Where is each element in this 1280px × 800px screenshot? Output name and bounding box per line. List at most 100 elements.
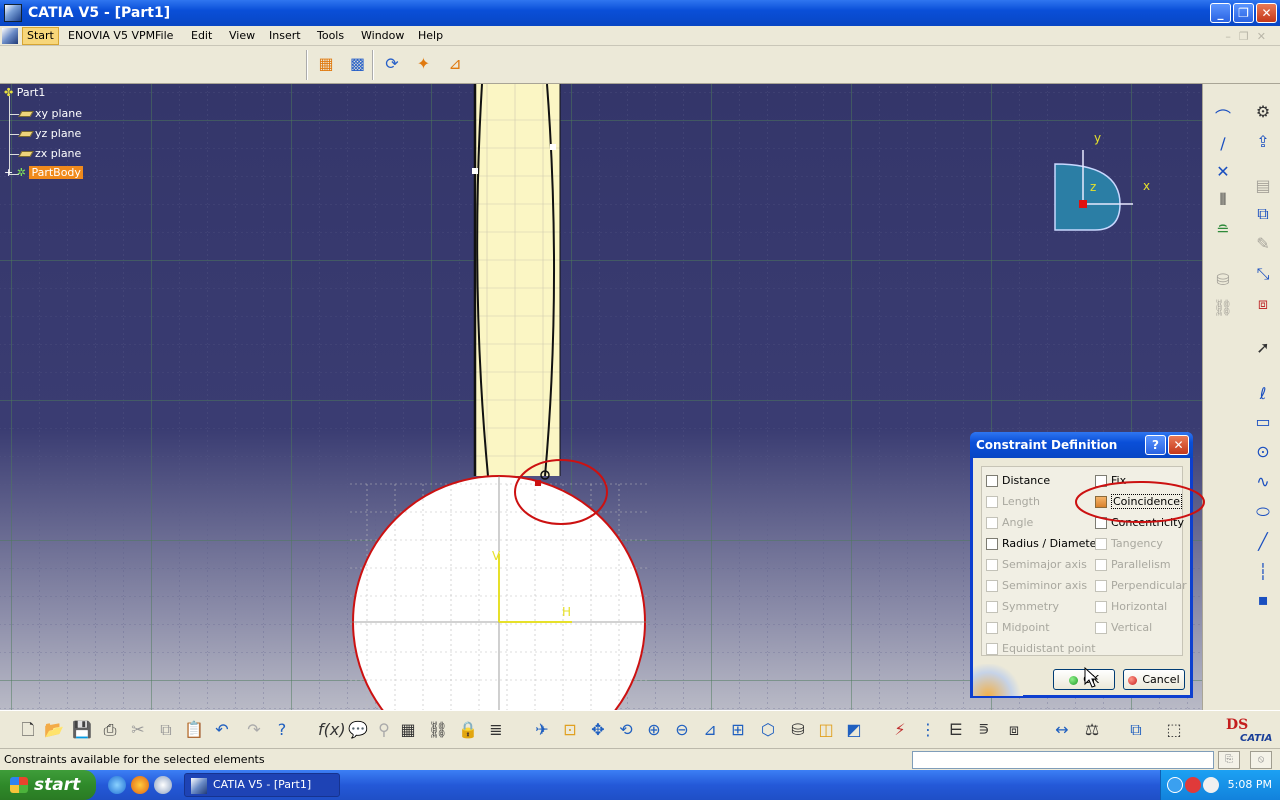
trim-icon[interactable]: ✕ [1211,160,1235,184]
new-file-icon[interactable]: 🗋 [16,718,40,742]
title-bar[interactable]: CATIA V5 - [Part1] _ ❐ ✕ [0,0,1280,26]
cut-icon[interactable]: ✂ [126,718,150,742]
spline-icon[interactable]: ∕ [1211,132,1235,156]
undo-icon[interactable]: ↶ [210,718,234,742]
sketch-analysis-icon[interactable]: ▤ [1251,174,1275,198]
exit-workbench-icon[interactable]: ⚙ [1251,100,1275,124]
menu-tools[interactable]: Tools [317,29,344,42]
sketch-solve-icon[interactable]: ✎ [1251,232,1275,256]
comment-icon[interactable]: 💬 [346,718,370,742]
checkbox-symmetry[interactable] [986,601,998,613]
grid-icon[interactable]: ▦ [314,52,338,76]
axis-icon[interactable]: ┆ [1251,560,1275,584]
option-vertical[interactable]: Vertical [1095,621,1152,634]
material-icon[interactable]: ⧈ [1002,718,1026,742]
dialog-close-button[interactable]: ✕ [1168,435,1189,455]
option-horizontal[interactable]: Horizontal [1095,600,1167,613]
option-tangency[interactable]: Tangency [1095,537,1163,550]
start-button[interactable]: start [0,770,96,800]
menu-help[interactable]: Help [418,29,443,42]
option-midpoint[interactable]: Midpoint [986,621,1050,634]
select-icon[interactable]: ➚ [1251,336,1275,360]
checkbox-semiminor-axis[interactable] [986,580,998,592]
fly-mode-icon[interactable]: ✈ [530,718,554,742]
normal-view-icon[interactable]: ⊿ [698,718,722,742]
menu-enovia[interactable]: ENOVIA V5 VPM [68,29,155,42]
constraint-list-icon[interactable]: ⋮ [916,718,940,742]
line-icon[interactable]: ╱ [1251,530,1275,554]
checkbox-radius-diameter[interactable] [986,538,998,550]
animate-constraint-icon[interactable]: ⛓ [1211,296,1235,320]
catalog-icon[interactable]: ⛓ [426,718,450,742]
shading-icon[interactable]: ⛁ [786,718,810,742]
circle-icon[interactable]: ⊙ [1251,440,1275,464]
redo-icon[interactable]: ↷ [242,718,266,742]
construction-element-icon[interactable]: ⟳ [380,52,404,76]
render-icon[interactable]: ⬚ [1162,718,1186,742]
pan-icon[interactable]: ✥ [586,718,610,742]
checkbox-distance[interactable] [986,475,998,487]
menu-view[interactable]: View [229,29,255,42]
checkbox-parallelism[interactable] [1095,559,1107,571]
curve-point[interactable] [550,144,556,150]
tree-node-xy-plane[interactable]: xy plane [18,107,82,120]
whats-this-icon[interactable]: ? [270,718,294,742]
selected-point[interactable] [535,480,541,486]
hide-show-icon[interactable]: ◫ [814,718,838,742]
exit-sketcher-icon[interactable]: ⇪ [1251,130,1275,154]
measure-inertia-icon[interactable]: ⚖ [1080,718,1104,742]
internet-explorer-icon[interactable] [108,776,126,794]
arc-icon[interactable]: ⌒ [1211,106,1235,130]
rotate-icon[interactable]: ⟲ [614,718,638,742]
checkbox-semimajor-axis[interactable] [986,559,998,571]
power-input-field[interactable] [912,751,1214,769]
fit-all-icon[interactable]: ⊡ [558,718,582,742]
geometry-list-icon[interactable]: ≣ [484,718,508,742]
tray-expand-icon[interactable] [1167,777,1183,793]
option-symmetry[interactable]: Symmetry [986,600,1059,613]
lock-icon[interactable]: 🔒 [456,718,480,742]
menu-window[interactable]: Window [361,29,404,42]
snap-to-point-icon[interactable]: ▩ [346,52,370,76]
checkbox-length[interactable] [986,496,998,508]
power-input-button[interactable]: ⎘ [1218,751,1240,769]
knowledge-icon[interactable]: ⚲ [372,718,396,742]
checkbox-equidistant-point[interactable] [986,643,998,655]
tree-node-partbody[interactable]: + ✲ PartBody [4,166,83,179]
zoom-in-icon[interactable]: ⊕ [642,718,666,742]
mdi-window-buttons[interactable]: –❐✕ [1225,30,1274,43]
taskbar-clock[interactable]: 5:08 PM [1228,778,1272,791]
tree-collapse-icon[interactable]: ⋾ [972,718,996,742]
dimensional-constraints-icon[interactable]: ⊿ [443,52,467,76]
dialog-help-button[interactable]: ? [1145,435,1166,455]
zoom-out-icon[interactable]: ⊖ [670,718,694,742]
menu-insert[interactable]: Insert [269,29,301,42]
paste-icon[interactable]: 📋 [182,718,206,742]
firefox-icon[interactable] [131,776,149,794]
catia-app-icon[interactable] [4,4,22,22]
checkbox-tangency[interactable] [1095,538,1107,550]
option-angle[interactable]: Angle [986,516,1033,529]
tree-node-part1[interactable]: ✤ Part1 [4,86,45,99]
formula-icon[interactable]: f(x) [318,718,346,742]
profile-feature-icon[interactable]: ⤡ [1251,262,1275,286]
table-icon[interactable]: ▦ [396,718,420,742]
network-tray-icon[interactable] [1203,777,1219,793]
cut-part-icon[interactable]: ⧉ [1251,202,1275,226]
expand-icon[interactable]: + [4,166,13,179]
checkbox-angle[interactable] [986,517,998,529]
checkbox-midpoint[interactable] [986,622,998,634]
option-radius-diameter[interactable]: Radius / Diameter [986,537,1101,550]
checkbox-vertical[interactable] [1095,622,1107,634]
security-tray-icon[interactable] [1185,777,1201,793]
tree-expand-icon[interactable]: ⋿ [944,718,968,742]
measure-icon[interactable]: ↔ [1050,718,1074,742]
catia-menu-icon[interactable] [2,28,18,44]
option-distance[interactable]: Distance [986,474,1050,487]
option-length[interactable]: Length [986,495,1040,508]
swap-space-icon[interactable]: ◩ [842,718,866,742]
close-button[interactable]: ✕ [1256,3,1277,23]
minimize-button[interactable]: _ [1210,3,1231,23]
rectangle-icon[interactable]: ▭ [1251,410,1275,434]
visualization-icon[interactable]: ⧈ [1251,292,1275,316]
